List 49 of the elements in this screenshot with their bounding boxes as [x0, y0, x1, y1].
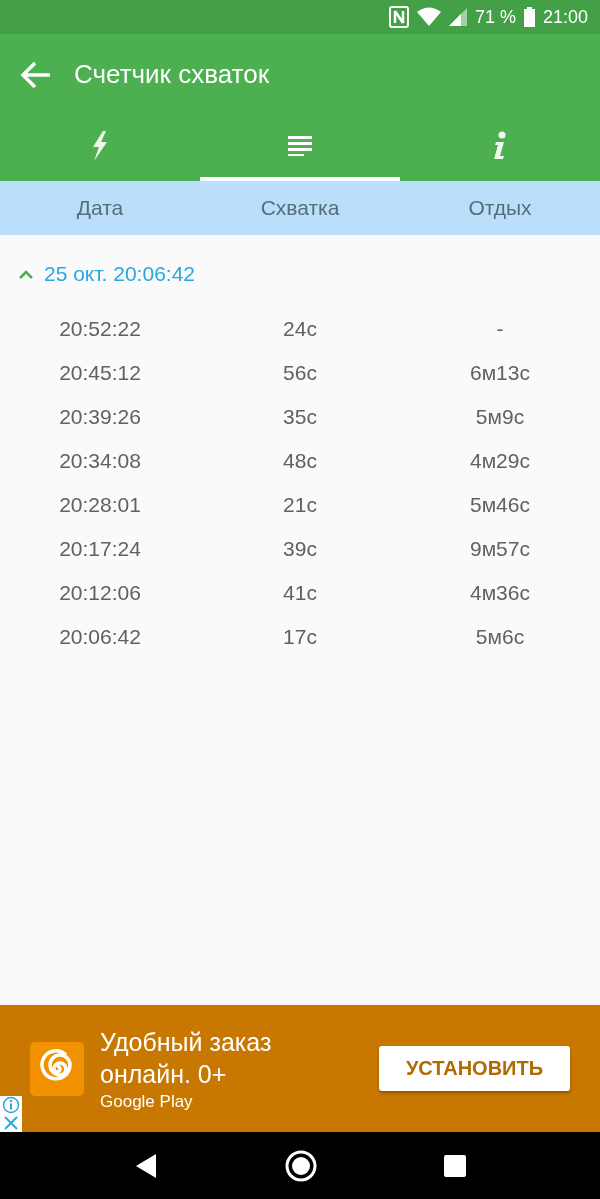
table-cell-text: 20:34:08 [58, 449, 142, 473]
table-cell-text: 20:45:12 [58, 361, 142, 385]
table-cell-text: 39с [282, 537, 318, 561]
list-icon [288, 136, 312, 156]
table-cell-text: 20:52:22 [58, 317, 142, 341]
nfc-icon [388, 6, 409, 28]
info-icon[interactable] [2, 1096, 20, 1114]
ad-headline: Удобный заказ онлайн. 0+ [100, 1026, 273, 1090]
install-button[interactable]: УСТАНОВИТЬ [379, 1046, 570, 1091]
app-title: Счетчик схваток [74, 59, 270, 90]
table-cell-text: 9м57с [469, 537, 531, 561]
wifi-icon [416, 7, 441, 27]
table-cell-text: 17с [282, 625, 318, 649]
table-cell-text: 20:28:01 [58, 493, 142, 517]
ad-banner[interactable]: Удобный заказ онлайн. 0+ Google Play УСТАНОВИТЬ [0, 1005, 600, 1132]
back-arrow-icon[interactable] [20, 60, 52, 89]
table-cell-text: 5м9с [474, 405, 526, 429]
table-cell-text: 21с [282, 493, 318, 517]
lightning-icon [90, 131, 110, 161]
table-cell-text: 4м36с [469, 581, 531, 605]
close-icon[interactable] [2, 1114, 20, 1132]
battery-icon [523, 7, 535, 27]
spiral-app-icon [30, 1041, 84, 1096]
table-cell-text: 20:12:06 [58, 581, 142, 605]
recents-icon[interactable] [444, 1154, 467, 1177]
info-icon [492, 131, 508, 161]
table-cell-text: 35с [282, 405, 318, 429]
table-cell-text: 4м29с [469, 449, 531, 473]
home-icon[interactable] [285, 1149, 317, 1182]
clock: 21:00 [542, 6, 588, 28]
signal-icon [448, 8, 467, 26]
table-cell-text: - [495, 317, 505, 341]
table-cell-text: 56с [282, 361, 318, 385]
table-cell-text: 5м46с [469, 493, 531, 517]
store-label: Google Play [100, 1091, 194, 1112]
table-cell-text: 48с [282, 449, 318, 473]
table-cell-text: 6м13с [469, 361, 531, 385]
chevron-up-icon [18, 269, 34, 279]
column-header: Дата [75, 196, 125, 220]
column-header: Схватка [259, 196, 341, 220]
table-cell-text: 20:17:24 [58, 537, 142, 561]
table-cell-text: 20:06:42 [58, 625, 142, 649]
column-header: Отдых [467, 196, 533, 220]
table-cell-text: 5м6с [474, 625, 526, 649]
group-toggle[interactable]: 25 окт. 20:06:42 [0, 259, 213, 289]
battery-percentage: 71 % [474, 6, 516, 28]
table-cell-text: 20:39:26 [58, 405, 142, 429]
table-cell-text: 41с [282, 581, 318, 605]
table-cell-text: 24с [282, 317, 318, 341]
